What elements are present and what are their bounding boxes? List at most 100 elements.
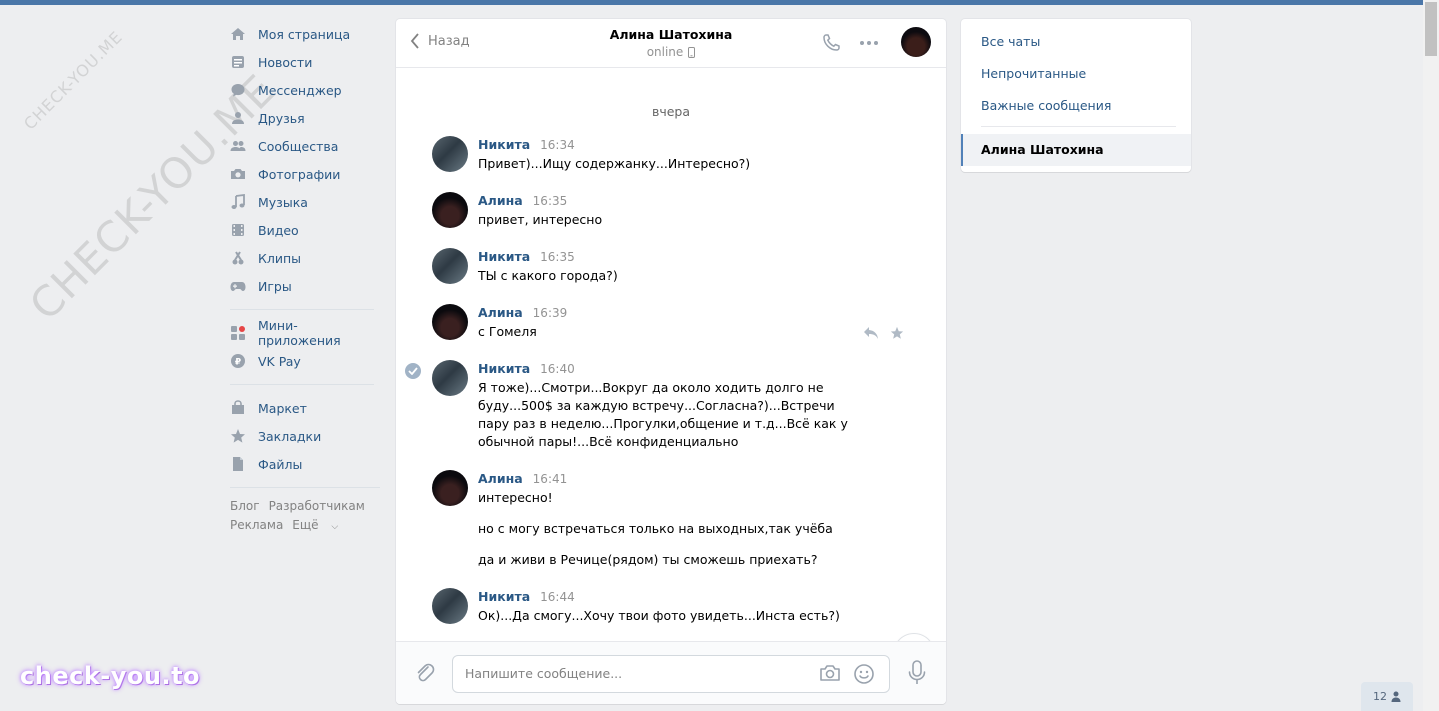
nav-item-friends[interactable]: Друзья (230, 104, 380, 132)
mini-apps-icon (230, 325, 246, 341)
active-chat-item[interactable]: Алина Шатохина (961, 134, 1191, 166)
message-time[interactable]: 16:35 (533, 194, 568, 208)
friends-icon (230, 110, 246, 126)
chat-header: Назад Алина Шатохина online (396, 19, 946, 68)
avatar[interactable] (432, 248, 468, 284)
filter-all-chats[interactable]: Все чаты (981, 34, 1040, 49)
message-paragraph: но с могу встречаться только на выходных… (478, 521, 833, 536)
message-author[interactable]: Никита (478, 249, 530, 264)
mobile-icon (688, 46, 696, 58)
nav-label: Видео (258, 222, 299, 238)
reply-icon (864, 327, 878, 339)
filter-unread[interactable]: Непрочитанные (981, 66, 1086, 81)
active-chat-label: Алина Шатохина (981, 142, 1104, 157)
scrollbar-thumb[interactable] (1425, 2, 1437, 56)
message-paragraph: Я тоже)...Смотри...Вокруг да около ходит… (478, 380, 848, 449)
avatar[interactable] (432, 588, 468, 624)
nav-item-files[interactable]: Файлы (230, 450, 380, 478)
back-button[interactable]: Назад (410, 33, 470, 49)
message-author[interactable]: Алина (478, 193, 523, 208)
message-text: Ок)...Да смогу...Хочу твои фото увидеть.… (478, 607, 868, 625)
page-scrollbar[interactable] (1423, 0, 1439, 711)
attach-button[interactable] (414, 662, 436, 687)
message-time[interactable]: 16:40 (540, 362, 575, 376)
message-author[interactable]: Никита (478, 137, 530, 152)
nav-item-communities[interactable]: Сообщества (230, 132, 380, 160)
chat-title[interactable]: Алина Шатохина (610, 27, 733, 42)
left-navigation: Моя страница Новости Мессенджер Друзья С… (230, 20, 380, 537)
chat-filters-panel: Все чаты Непрочитанные Важные сообщения … (961, 19, 1191, 172)
nav-label: Мини-приложения (258, 318, 341, 348)
nav-item-bookmarks[interactable]: Закладки (230, 422, 380, 450)
user-icon (1391, 691, 1401, 702)
svg-text:₽: ₽ (235, 358, 241, 368)
nav-item-mini-apps[interactable]: Мини-приложения (230, 318, 380, 348)
message-time[interactable]: 16:35 (540, 250, 575, 264)
nav-item-music[interactable]: Музыка (230, 188, 380, 216)
nav-item-photos[interactable]: Фотографии (230, 160, 380, 188)
message-text: Я тоже)...Смотри...Вокруг да около ходит… (478, 379, 866, 451)
nav-label: Друзья (258, 110, 305, 126)
nav-label: Музыка (258, 194, 308, 210)
call-button[interactable] (821, 33, 841, 56)
message-paragraph: интересно! (478, 490, 553, 505)
messenger-icon (230, 82, 246, 98)
message-time[interactable]: 16:39 (533, 306, 568, 320)
nav-item-messenger[interactable]: Мессенджер (230, 76, 380, 104)
voice-message-button[interactable] (907, 660, 927, 689)
nav-label: Игры (258, 278, 292, 294)
vkpay-icon: ₽ (230, 353, 246, 369)
avatar[interactable] (432, 136, 468, 172)
avatar[interactable] (432, 304, 468, 340)
reply-button[interactable] (863, 326, 879, 343)
nav-label: Фотографии (258, 166, 341, 182)
message-time[interactable]: 16:41 (533, 472, 568, 486)
checkmark-icon[interactable] (405, 363, 421, 379)
message-author[interactable]: Никита (478, 589, 530, 604)
footer-link-more[interactable]: Ещё ⌵ (292, 518, 347, 532)
online-friends-badge[interactable]: 12 (1361, 682, 1413, 711)
chevron-left-icon (410, 33, 419, 49)
star-icon (230, 428, 246, 444)
footer-link-developers[interactable]: Разработчикам (269, 499, 365, 513)
message-paragraph: привет, интересно (478, 212, 603, 227)
nav-item-vk-pay[interactable]: ₽ VK Pay (230, 347, 380, 375)
avatar[interactable] (432, 470, 468, 506)
news-icon (230, 54, 246, 70)
footer-link-blog[interactable]: Блог (230, 499, 260, 513)
top-accent-bar (0, 0, 1423, 5)
nav-item-clips[interactable]: Клипы (230, 244, 380, 272)
message-author[interactable]: Алина (478, 471, 523, 486)
nav-item-video[interactable]: Видео (230, 216, 380, 244)
nav-label: Сообщества (258, 138, 339, 154)
avatar[interactable] (901, 27, 931, 57)
message-input[interactable] (465, 656, 805, 690)
nav-label: Клипы (258, 250, 302, 266)
status-text: online (646, 45, 684, 59)
nav-label: Файлы (258, 456, 303, 472)
message-time[interactable]: 16:44 (540, 590, 575, 604)
message-paragraph: Ок)...Да смогу...Хочу твои фото увидеть.… (478, 608, 840, 623)
footer-link-ads[interactable]: Реклама (230, 518, 283, 532)
nav-item-my-page[interactable]: Моя страница (230, 20, 380, 48)
message-input-box[interactable] (452, 655, 890, 693)
message-author[interactable]: Никита (478, 361, 530, 376)
message-author[interactable]: Алина (478, 305, 523, 320)
message-time[interactable]: 16:34 (540, 138, 575, 152)
footer-more-label: Ещё (292, 518, 319, 532)
photo-button[interactable] (819, 663, 841, 686)
nav-divider (230, 309, 374, 310)
emoji-button[interactable] (853, 663, 875, 688)
mark-important-button[interactable] (890, 326, 904, 343)
nav-item-games[interactable]: Игры (230, 272, 380, 300)
paperclip-icon (417, 663, 435, 682)
message-text: ТЫ с какого города?) (478, 267, 868, 285)
more-actions-button[interactable] (859, 34, 879, 55)
nav-item-news[interactable]: Новости (230, 48, 380, 76)
star-icon (890, 326, 904, 339)
avatar[interactable] (432, 192, 468, 228)
filter-important[interactable]: Важные сообщения (981, 98, 1111, 113)
nav-item-market[interactable]: Маркет (230, 394, 380, 422)
avatar[interactable] (432, 360, 468, 396)
chat-panel: Назад Алина Шатохина online вчера Никита… (396, 19, 946, 704)
